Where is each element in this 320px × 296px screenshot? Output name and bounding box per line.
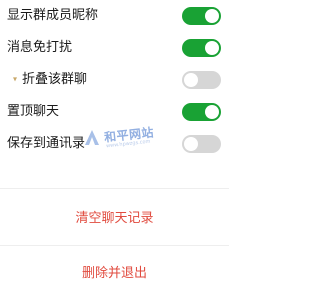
toggle-fold-group[interactable] [182,71,221,89]
sub-indicator-icon: ▾ [13,74,18,84]
toggle-knob [184,73,198,87]
toggle-knob [205,9,219,23]
setting-label-fold-group: 折叠该群聊 [22,72,88,87]
divider-top [0,188,229,189]
setting-row-show-nickname: 显示群成员昵称 [0,0,229,32]
delete-exit-button[interactable]: 删除并退出 [0,266,229,282]
toggle-pin-chat[interactable] [182,103,221,121]
setting-row-fold-group-chat-fold: ▾ 折叠该群聊 [0,64,229,96]
toggle-knob [184,137,198,151]
clear-history-button[interactable]: 清空聊天记录 [0,211,229,227]
divider-middle [0,245,229,246]
setting-label-save-contacts: 保存到通讯录 [7,136,86,151]
setting-row-pin-chat: 置顶聊天 [0,96,229,128]
setting-row-save-contacts: 保存到通讯录 [0,128,229,160]
toggle-show-nickname[interactable] [182,7,221,25]
toggle-save-contacts[interactable] [182,135,221,153]
toggle-knob [205,105,219,119]
setting-label-pin-chat: 置顶聊天 [7,104,60,119]
setting-label-show-nickname: 显示群成员昵称 [7,8,99,23]
